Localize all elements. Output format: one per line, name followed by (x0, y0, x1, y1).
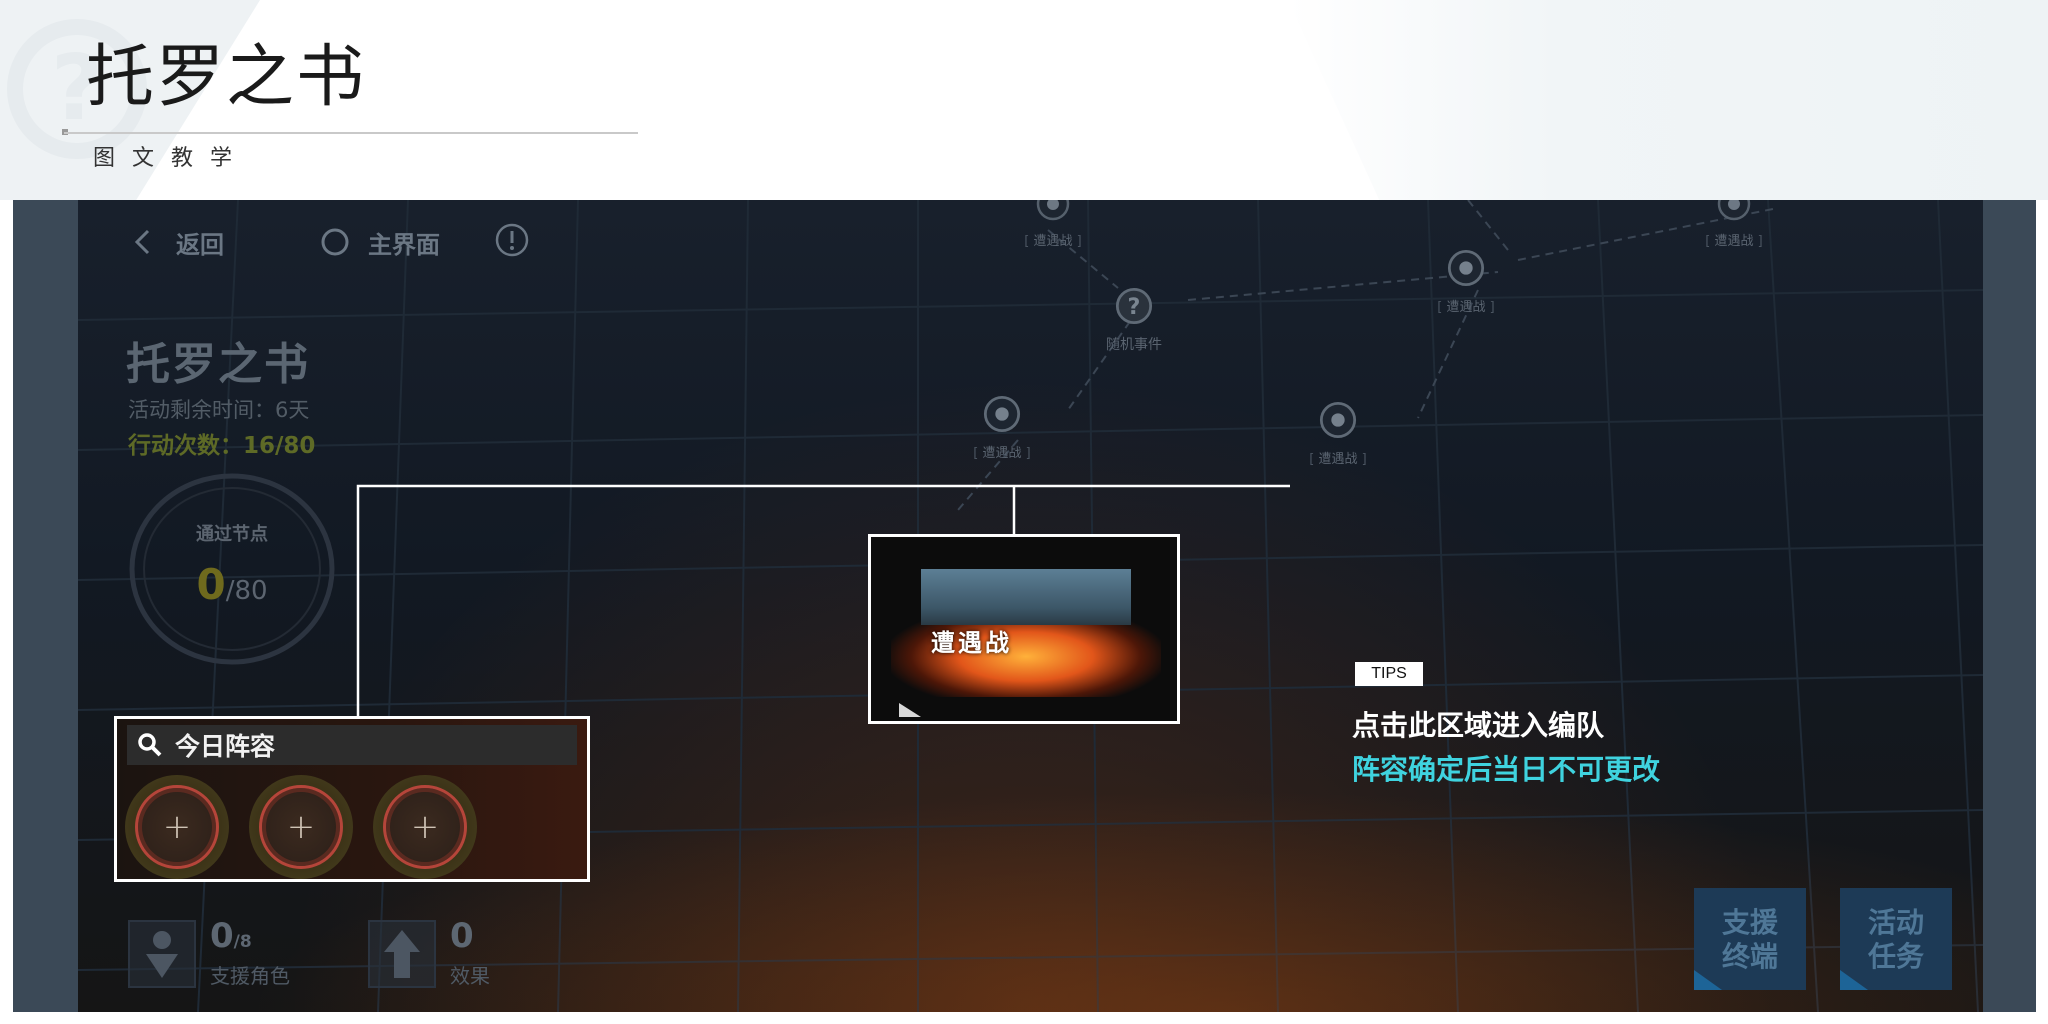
event-tasks-button[interactable]: 活动 任务 (1840, 888, 1952, 990)
add-icon: + (162, 807, 192, 847)
game-screenshot: 返回 主界面 托罗之书 活动剩余时间：6天 行动次数：16/80 通过节点 0/… (13, 200, 2036, 1012)
card-corner-icon (899, 703, 921, 717)
game-map-area[interactable]: 返回 主界面 托罗之书 活动剩余时间：6天 行动次数：16/80 通过节点 0/… (78, 200, 1983, 1012)
tips-tag: TIPS (1355, 662, 1423, 686)
slide-title: 托罗之书 (86, 38, 367, 117)
tip-main-text: 点击此区域进入编队 (1352, 709, 1605, 742)
screenshot-border-right (1983, 200, 2036, 1012)
title-rule (64, 132, 638, 134)
support-character-icon (128, 920, 196, 988)
lineup-title: 今日阵容 (175, 732, 276, 761)
support-value: 0/8 (210, 916, 252, 956)
effect-icon (368, 920, 436, 988)
support-total: /8 (233, 932, 252, 952)
person-arrow-icon (146, 931, 178, 978)
encounter-label: 遭遇战 (931, 629, 1012, 657)
encounter-card[interactable]: 遭遇战 (868, 534, 1180, 724)
add-icon: + (286, 807, 316, 847)
support-count: 0 (210, 916, 234, 956)
support-label: 支援角色 (210, 964, 290, 988)
lineup-slot[interactable]: + (249, 775, 353, 879)
slide-header: ? 托罗之书 图文教学 (0, 0, 2048, 200)
effect-label: 效果 (450, 964, 490, 988)
effect-value: 0 (450, 916, 474, 956)
lineup-header: 今日阵容 (127, 725, 577, 765)
arrows-up-icon (384, 930, 420, 978)
lineup-slot[interactable]: + (125, 775, 229, 879)
screenshot-border-left (13, 200, 78, 1012)
lineup-slot[interactable]: + (373, 775, 477, 879)
tip-note-text: 阵容确定后当日不可更改 (1352, 753, 1661, 786)
support-terminal-button[interactable]: 支援 终端 (1694, 888, 1806, 990)
encounter-scene (921, 569, 1131, 625)
lineup-panel[interactable]: 今日阵容 + + + (114, 716, 590, 882)
add-icon: + (410, 807, 440, 847)
search-icon (138, 733, 162, 757)
slide-subtitle: 图文教学 (93, 146, 250, 171)
header-decor-right (1288, 0, 2048, 200)
